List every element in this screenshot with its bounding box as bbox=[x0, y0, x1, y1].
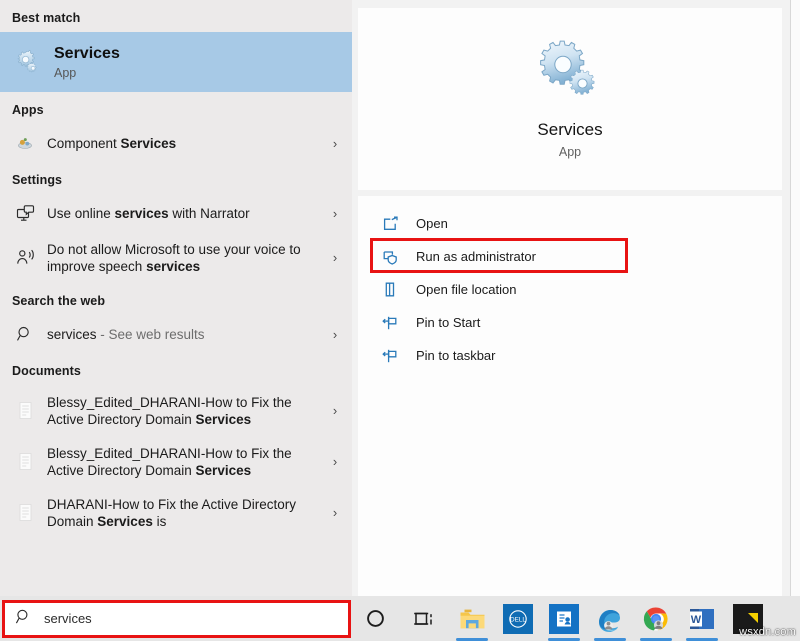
cortana-icon[interactable] bbox=[351, 596, 399, 641]
action-label: Open file location bbox=[416, 282, 516, 297]
app-title: Services bbox=[537, 120, 602, 140]
result-item-web-search[interactable]: services - See web results › bbox=[0, 315, 352, 353]
group-heading-documents: Documents bbox=[0, 353, 352, 385]
action-open-file-location[interactable]: Open file location bbox=[358, 273, 782, 306]
speech-person-icon bbox=[12, 245, 38, 271]
group-heading-best-match: Best match bbox=[0, 0, 352, 32]
file-explorer-icon[interactable] bbox=[449, 596, 495, 641]
services-gear-icon bbox=[539, 39, 601, 106]
result-item-document-1[interactable]: Blessy_Edited_DHARANI-How to Fix the Act… bbox=[0, 385, 352, 436]
chevron-right-icon[interactable]: › bbox=[328, 454, 342, 469]
blue-app-icon[interactable] bbox=[541, 596, 587, 641]
task-view-icon[interactable] bbox=[399, 596, 449, 641]
chevron-right-icon[interactable]: › bbox=[328, 136, 342, 151]
label-match: Services bbox=[196, 412, 252, 427]
label-match: Services bbox=[97, 514, 153, 529]
label-prefix: Blessy_Edited_DHARANI-How to Fix the Act… bbox=[47, 395, 292, 427]
label-prefix: Use online bbox=[47, 206, 115, 221]
desktop-edge bbox=[790, 0, 800, 596]
action-label: Run as administrator bbox=[416, 249, 536, 264]
app-detail-pane: Services App Open bbox=[352, 0, 790, 596]
result-item-component-services[interactable]: Component Services › bbox=[0, 124, 352, 162]
open-window-icon bbox=[378, 214, 402, 234]
action-label: Open bbox=[416, 216, 448, 231]
result-label: Use online services with Narrator bbox=[47, 205, 328, 222]
search-input[interactable]: services bbox=[44, 611, 92, 626]
app-subtitle: App bbox=[559, 145, 581, 159]
action-label: Pin to taskbar bbox=[416, 348, 496, 363]
group-heading-settings: Settings bbox=[0, 162, 352, 194]
component-services-icon bbox=[12, 130, 38, 156]
dell-icon[interactable]: DELL bbox=[495, 596, 541, 641]
label-match: services bbox=[146, 259, 200, 274]
chevron-right-icon[interactable]: › bbox=[328, 327, 342, 342]
document-icon bbox=[12, 449, 38, 475]
label-prefix: services bbox=[47, 327, 97, 342]
result-label: Blessy_Edited_DHARANI-How to Fix the Act… bbox=[47, 445, 328, 479]
result-item-online-services-narrator[interactable]: Use online services with Narrator › bbox=[0, 194, 352, 232]
label-suffix: - See web results bbox=[97, 327, 205, 342]
best-match-title: Services bbox=[54, 44, 120, 64]
screen: Best match bbox=[0, 0, 800, 641]
folder-location-icon bbox=[378, 280, 402, 300]
search-results-pane: Best match bbox=[0, 0, 352, 596]
document-icon bbox=[12, 500, 38, 526]
app-preview-card: Services App bbox=[358, 8, 782, 190]
result-label: services - See web results bbox=[47, 326, 328, 343]
svg-text:DELL: DELL bbox=[510, 616, 526, 623]
action-label: Pin to Start bbox=[416, 315, 480, 330]
services-gear-icon bbox=[12, 47, 42, 77]
label-prefix: Blessy_Edited_DHARANI-How to Fix the Act… bbox=[47, 446, 292, 478]
result-label: Do not allow Microsoft to use your voice… bbox=[47, 241, 328, 275]
best-match-text: Services App bbox=[54, 44, 120, 80]
search-magnifier-icon bbox=[15, 608, 32, 630]
google-chrome-icon[interactable] bbox=[633, 596, 679, 641]
svg-text:W: W bbox=[691, 614, 702, 626]
label-suffix: is bbox=[153, 514, 167, 529]
label-match: Services bbox=[196, 463, 252, 478]
pin-icon bbox=[378, 313, 402, 333]
taskbar-search-box[interactable]: services bbox=[2, 600, 351, 638]
chevron-right-icon[interactable]: › bbox=[328, 206, 342, 221]
result-label: DHARANI-How to Fix the Active Directory … bbox=[47, 496, 328, 530]
result-item-speech-services[interactable]: Do not allow Microsoft to use your voice… bbox=[0, 232, 352, 283]
action-pin-to-taskbar[interactable]: Pin to taskbar bbox=[358, 339, 782, 372]
group-heading-search-the-web: Search the web bbox=[0, 283, 352, 315]
action-run-as-administrator[interactable]: Run as administrator bbox=[358, 240, 782, 273]
action-pin-to-start[interactable]: Pin to Start bbox=[358, 306, 782, 339]
result-label: Component Services bbox=[47, 135, 328, 152]
label-match: Services bbox=[121, 136, 177, 151]
shield-run-as-admin-icon bbox=[378, 247, 402, 267]
result-label: Blessy_Edited_DHARANI-How to Fix the Act… bbox=[47, 394, 328, 428]
document-icon bbox=[12, 398, 38, 424]
search-magnifier-icon bbox=[12, 321, 38, 347]
app-actions-list: Open Run as administrator bbox=[358, 196, 782, 596]
taskbar: services bbox=[0, 596, 800, 641]
label-prefix: DHARANI-How to Fix the Active Directory … bbox=[47, 497, 296, 529]
best-match-subtitle: App bbox=[54, 66, 120, 80]
microsoft-edge-icon[interactable] bbox=[587, 596, 633, 641]
chevron-right-icon[interactable]: › bbox=[328, 505, 342, 520]
narrator-monitor-icon bbox=[12, 200, 38, 226]
action-open[interactable]: Open bbox=[358, 207, 782, 240]
result-item-document-2[interactable]: Blessy_Edited_DHARANI-How to Fix the Act… bbox=[0, 436, 352, 487]
result-item-document-3[interactable]: DHARANI-How to Fix the Active Directory … bbox=[0, 487, 352, 538]
group-heading-apps: Apps bbox=[0, 92, 352, 124]
label-suffix: with Narrator bbox=[169, 206, 250, 221]
watermark: wsxdn.com bbox=[739, 626, 796, 638]
search-flyout: Best match bbox=[0, 0, 790, 596]
microsoft-word-icon[interactable]: W bbox=[679, 596, 725, 641]
result-item-services-best-match[interactable]: Services App bbox=[0, 32, 352, 92]
label-match: services bbox=[115, 206, 169, 221]
label-prefix: Component bbox=[47, 136, 121, 151]
chevron-right-icon[interactable]: › bbox=[328, 403, 342, 418]
taskbar-buttons: DELL bbox=[351, 596, 771, 641]
pin-icon bbox=[378, 346, 402, 366]
chevron-right-icon[interactable]: › bbox=[328, 250, 342, 265]
